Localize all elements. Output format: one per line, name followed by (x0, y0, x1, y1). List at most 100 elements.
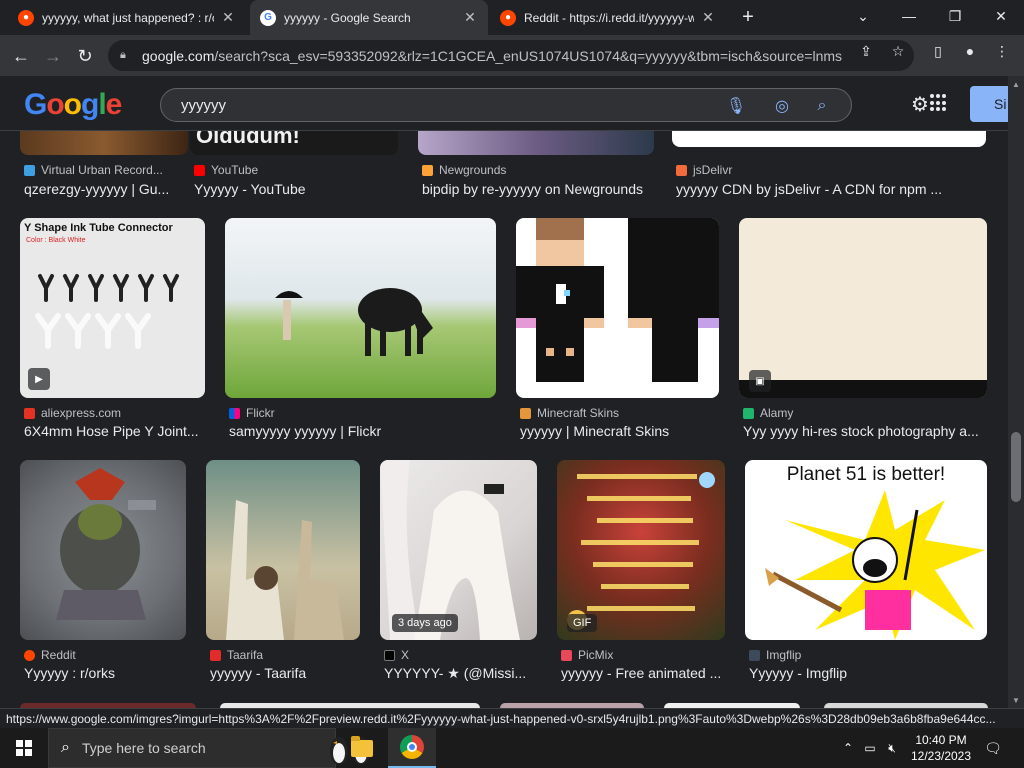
address-bar[interactable]: 🔒︎ google.com/search?sca_esv=593352092&r… (108, 40, 914, 71)
result-thumbnail[interactable]: ▣ (739, 218, 987, 398)
image-result[interactable]: Y Shape Ink Tube Connector Color : Black… (20, 218, 206, 443)
result-title[interactable]: bipdip by re-yyyyyy on Newgrounds (422, 181, 658, 197)
result-thumbnail[interactable] (20, 131, 188, 155)
back-arrow-icon[interactable]: ← (6, 41, 36, 71)
result-thumbnail[interactable] (516, 218, 719, 398)
system-clock[interactable]: 10:40 PM 12/23/2023 (906, 732, 976, 764)
notifications-icon[interactable]: 🗨︎ (982, 738, 1004, 758)
reload-icon[interactable]: ↻ (70, 41, 100, 71)
scrollbar-thumb[interactable] (1011, 432, 1021, 502)
minimize-button[interactable]: — (886, 0, 932, 32)
close-tab-icon[interactable]: ✕ (220, 9, 236, 26)
result-title[interactable]: samyyyyy yyyyyy | Flickr (229, 423, 497, 439)
image-result[interactable]: jsDelivr yyyyyy CDN by jsDelivr - A CDN … (672, 131, 988, 201)
result-title[interactable]: yyyyyy - Taarifa (210, 665, 361, 681)
image-result[interactable]: ▣ Alamy Yyy yyyy hi-res stock photograph… (739, 218, 988, 443)
result-thumbnail[interactable] (20, 460, 186, 640)
google-header: Google 🎙︎ ◎ ⌕ ⚙ Si (0, 76, 1024, 131)
reddit-icon: ● (500, 9, 516, 26)
image-results-grid: Virtual Urban Record... qzerezgy-yyyyyy … (0, 131, 1008, 708)
result-title[interactable]: yyyyyy CDN by jsDelivr - A CDN for npm .… (676, 181, 990, 197)
close-tab-icon[interactable]: ✕ (462, 9, 478, 26)
vertical-scrollbar[interactable]: ▲ ▼ (1008, 76, 1024, 708)
image-result[interactable]: Flickr samyyyyy yyyyyy | Flickr (225, 218, 497, 443)
network-icon[interactable]: ▭ (862, 740, 878, 756)
result-source: Flickr (229, 406, 275, 420)
chrome-taskbar-button[interactable] (388, 728, 436, 768)
clock-date: 12/23/2023 (910, 749, 972, 763)
result-title[interactable]: YYYYYY- ★ (@Missi... (384, 665, 538, 682)
menu-kebab-icon[interactable]: ⋮ (993, 42, 1011, 60)
restore-button[interactable]: ❐ (932, 0, 978, 32)
start-button[interactable] (0, 728, 48, 768)
apps-grid-icon[interactable] (930, 94, 948, 112)
tab-google-search[interactable]: G yyyyyy - Google Search ✕ (250, 0, 488, 35)
google-icon: G (260, 9, 276, 26)
alamy-icon (743, 407, 754, 419)
image-result[interactable]: Taarifa yyyyyy - Taarifa (206, 460, 361, 685)
url-text: google.com/search?sca_esv=593352092&rlz=… (142, 47, 842, 64)
result-thumbnail[interactable]: Oldudum! (190, 131, 398, 155)
file-explorer-taskbar-button[interactable] (338, 728, 386, 768)
tab-title: yyyyyy - Google Search (284, 10, 411, 25)
profile-icon[interactable]: ● (961, 42, 979, 60)
result-source: jsDelivr (676, 163, 732, 177)
browser-toolbar: ← → ↻ 🔒︎ google.com/search?sca_esv=59335… (0, 35, 1024, 76)
result-thumbnail[interactable]: Y Shape Ink Tube Connector Color : Black… (20, 218, 205, 398)
result-title[interactable]: Yyyyyy - YouTube (194, 181, 400, 197)
result-title[interactable]: Yyyyyy : r/orks (24, 665, 187, 681)
search-icon: ⌕ (61, 739, 70, 756)
result-thumbnail[interactable]: GIF (557, 460, 725, 640)
result-thumbnail[interactable]: Planet 51 is better! (745, 460, 987, 640)
result-title[interactable]: Yyy yyyy hi-res stock photography a... (743, 423, 987, 439)
google-logo[interactable]: Google (24, 88, 122, 122)
gif-badge: GIF (567, 614, 598, 632)
image-result[interactable]: Planet 51 is better! Imgflip Yyyyyy - Im… (745, 460, 988, 685)
taarifa-icon (210, 649, 221, 661)
result-title[interactable]: yyyyyy | Minecraft Skins (520, 423, 720, 439)
image-result[interactable]: Reddit Yyyyyy : r/orks (20, 460, 187, 685)
close-tab-icon[interactable]: ✕ (700, 9, 716, 26)
result-title[interactable]: 6X4mm Hose Pipe Y Joint... (24, 423, 206, 439)
side-panel-icon[interactable]: ▯ (929, 42, 947, 60)
scroll-up-arrow-icon[interactable]: ▲ (1008, 76, 1024, 92)
tab-strip: ● yyyyyy, what just happened? : r/c ✕ G … (0, 0, 1024, 35)
settings-gear-icon[interactable]: ⚙ (908, 92, 932, 116)
lens-camera-icon[interactable]: ◎ (771, 95, 793, 117)
result-thumbnail[interactable] (225, 218, 496, 398)
image-result[interactable]: Minecraft Skins yyyyyy | Minecraft Skins (516, 218, 720, 443)
result-thumbnail[interactable] (418, 131, 654, 155)
taskbar-search-box[interactable]: ⌕ Type here to search (48, 728, 370, 768)
image-result[interactable]: Newgrounds bipdip by re-yyyyyy on Newgro… (418, 131, 656, 201)
clock-time: 10:40 PM (915, 733, 967, 747)
time-badge: 3 days ago (392, 614, 458, 632)
youtube-icon (194, 164, 205, 176)
forward-arrow-icon[interactable]: → (38, 41, 68, 71)
imgflip-icon (749, 649, 760, 661)
tray-chevron-up-icon[interactable]: ⌃ (840, 740, 856, 756)
tab-reddit-image[interactable]: ● Reddit - https://i.redd.it/yyyyyy-w ✕ (490, 0, 726, 35)
result-thumbnail[interactable]: 3 days ago (380, 460, 537, 640)
tab-reddit-post[interactable]: ● yyyyyy, what just happened? : r/c ✕ (8, 0, 246, 35)
close-window-button[interactable]: ✕ (978, 0, 1024, 32)
windows-taskbar: ⌕ Type here to search ⌃ ▭ 🔇︎ 10:40 PM 12… (0, 728, 1024, 768)
bookmark-star-icon[interactable]: ☆ (889, 42, 907, 60)
share-icon[interactable]: ⇪ (857, 42, 875, 60)
result-title[interactable]: Yyyyyy - Imgflip (749, 665, 988, 681)
new-tab-button[interactable]: + (736, 5, 760, 29)
image-result[interactable]: Oldudum! YouTube Yyyyyy - YouTube (190, 131, 400, 201)
image-result[interactable]: Virtual Urban Record... qzerezgy-yyyyyy … (20, 131, 188, 201)
tab-search-chevron-icon[interactable]: ⌄ (840, 0, 886, 32)
flickr-icon (229, 407, 240, 419)
result-title[interactable]: yyyyyy - Free animated ... (561, 665, 726, 681)
search-input[interactable] (181, 96, 701, 114)
search-icon[interactable]: ⌕ (811, 95, 833, 117)
microphone-icon[interactable]: 🎙︎ (725, 95, 747, 117)
scroll-down-arrow-icon[interactable]: ▼ (1008, 692, 1024, 708)
result-thumbnail[interactable] (672, 131, 986, 147)
image-result[interactable]: GIF PicMix yyyyyy - Free animated ... (557, 460, 726, 685)
result-thumbnail[interactable] (206, 460, 360, 640)
image-result[interactable]: 3 days ago X YYYYYY- ★ (@Missi... (380, 460, 538, 685)
result-title[interactable]: qzerezgy-yyyyyy | Gu... (24, 181, 188, 197)
volume-muted-icon[interactable]: 🔇︎ (884, 740, 900, 756)
